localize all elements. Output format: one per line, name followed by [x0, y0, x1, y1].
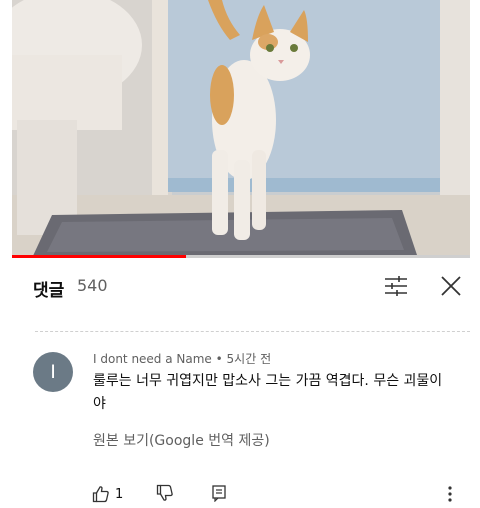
comments-title: 댓글: [33, 281, 65, 301]
comment-time: 5시간 전: [226, 352, 272, 366]
like-count: 1: [115, 486, 124, 502]
comment-text: 룰루는 너무 귀엽지만 맙소사 그는 가끔 역겹다. 무슨 괴물이야: [93, 373, 443, 412]
cat-video-frame: [12, 0, 470, 258]
dislike-button[interactable]: [156, 484, 176, 504]
reply-button[interactable]: [211, 484, 229, 504]
like-button[interactable]: 1: [92, 484, 123, 504]
meta-separator: •: [215, 352, 223, 366]
video-player[interactable]: [12, 0, 470, 258]
thumbs-up-icon: [92, 486, 109, 503]
more-options-button[interactable]: [440, 484, 460, 504]
comment-meta: I dont need a Name • 5시간 전: [93, 350, 271, 367]
comment-author[interactable]: I dont need a Name: [93, 352, 212, 366]
comments-count: 540: [77, 276, 108, 295]
thumbs-down-icon: [156, 484, 173, 501]
more-vertical-icon: [448, 486, 452, 502]
view-original-link[interactable]: 원본 보기(Google 번역 제공): [93, 430, 270, 450]
sort-icon[interactable]: [383, 274, 409, 298]
reply-icon: [212, 485, 226, 503]
close-icon[interactable]: [439, 274, 463, 298]
header-divider: [35, 331, 470, 332]
avatar[interactable]: I: [33, 352, 73, 392]
